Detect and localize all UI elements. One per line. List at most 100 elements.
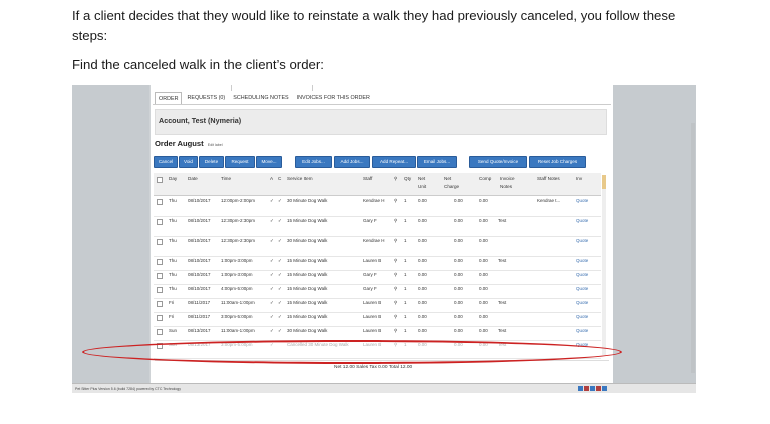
row-checkbox[interactable] bbox=[157, 259, 163, 265]
table-row[interactable]: Thu 08/10/2017 12:30pm-2:30pm ✓ ✓ 15 Minute D… bbox=[154, 216, 601, 237]
row-inv[interactable]: Quote bbox=[576, 300, 588, 306]
table-row[interactable]: Sun 08/13/2017 11:00am-1:00pm ✓ ✓ 30 Minute D… bbox=[154, 326, 601, 341]
move-button[interactable]: Move... bbox=[256, 156, 282, 168]
cancel-button[interactable]: Cancel bbox=[154, 156, 178, 168]
row-qty: 1 bbox=[404, 198, 407, 203]
row-checkbox[interactable] bbox=[157, 219, 163, 225]
row-arrived: ✓ bbox=[270, 272, 274, 277]
table-row[interactable]: Thu 08/10/2017 12:30pm-2:30pm ✓ ✓ 30 Minute D… bbox=[154, 236, 601, 257]
row-comp: 0.00 bbox=[479, 258, 488, 263]
row-inv[interactable]: Quote bbox=[576, 286, 588, 292]
row-net-unit: 0.00 bbox=[418, 198, 427, 203]
reset-job-charges-button[interactable]: Reset Job Charges bbox=[529, 156, 586, 168]
row-date: 08/10/2017 bbox=[188, 258, 211, 263]
col-inv: Inv bbox=[576, 176, 583, 181]
row-staff: Lauren B bbox=[363, 328, 382, 333]
order-edit-link[interactable]: Edit label bbox=[208, 143, 223, 147]
row-comp: 0.00 bbox=[479, 314, 488, 319]
row-net-unit: 0.00 bbox=[418, 328, 427, 333]
row-checkbox[interactable] bbox=[157, 199, 163, 205]
col-invoice-notes: Invoice Notes bbox=[500, 176, 515, 189]
table-row[interactable]: Thu 08/10/2017 1:00pm-3:00pm ✓ ✓ 15 Minute Do… bbox=[154, 256, 601, 271]
highlight-circle bbox=[82, 340, 622, 364]
row-inv[interactable]: Quote bbox=[576, 218, 588, 224]
row-comp: 0.00 bbox=[479, 328, 488, 333]
col-net-unit: Net Unit bbox=[418, 176, 427, 189]
tab-requests[interactable]: REQUESTS (0) bbox=[184, 92, 228, 104]
table-row[interactable]: Thu 08/10/2017 12:00pm-2:00pm ✓ ✓ 30 Minute D… bbox=[154, 196, 601, 217]
row-inv[interactable]: Quote bbox=[576, 272, 588, 278]
row-checkbox[interactable] bbox=[157, 301, 163, 307]
row-staff: Gary F bbox=[363, 272, 377, 277]
row-checkbox[interactable] bbox=[157, 239, 163, 245]
taskbar-icon[interactable] bbox=[596, 386, 601, 391]
key-icon: ⚲ bbox=[394, 314, 398, 319]
row-completed: ✓ bbox=[278, 218, 282, 223]
tab-order[interactable]: ORDER bbox=[155, 92, 183, 104]
row-inv[interactable]: Quote bbox=[576, 238, 588, 244]
row-net-charge: 0.00 bbox=[454, 272, 463, 277]
row-qty: 1 bbox=[404, 258, 407, 263]
tab-scheduling-notes[interactable]: SCHEDULING NOTES bbox=[230, 92, 291, 104]
window-scrollbar[interactable] bbox=[691, 123, 695, 373]
version-text: Pet Sitter Plus Version 5.6 (build 7284)… bbox=[75, 387, 181, 391]
row-invoice-notes: Test bbox=[498, 300, 507, 305]
row-inv[interactable]: Quote bbox=[576, 198, 588, 204]
row-checkbox[interactable] bbox=[157, 315, 163, 321]
key-icon: ⚲ bbox=[394, 286, 398, 291]
row-day: Thu bbox=[169, 286, 177, 291]
taskbar-icon[interactable] bbox=[590, 386, 595, 391]
taskbar-icon[interactable] bbox=[602, 386, 607, 391]
row-inv[interactable]: Quote bbox=[576, 314, 588, 320]
row-date: 08/11/2017 bbox=[188, 300, 211, 305]
key-icon: ⚲ bbox=[394, 198, 398, 203]
delete-button[interactable]: Delete bbox=[199, 156, 224, 168]
row-arrived: ✓ bbox=[270, 198, 274, 203]
tab-invoices[interactable]: INVOICES FOR THIS ORDER bbox=[294, 92, 373, 104]
row-comp: 0.00 bbox=[479, 300, 488, 305]
row-time: 12:30pm-2:30pm bbox=[221, 218, 256, 223]
grid-scrollbar[interactable] bbox=[602, 175, 606, 355]
row-inv[interactable]: Quote bbox=[576, 328, 588, 334]
key-icon: ⚲ bbox=[394, 300, 398, 305]
row-time: 12:30pm-2:30pm bbox=[221, 238, 256, 243]
order-totals: Net 12.00 Sales Tax 0.00 Total 12.00 bbox=[334, 365, 413, 370]
row-date: 08/10/2017 bbox=[188, 238, 211, 243]
row-day: Sun bbox=[169, 328, 178, 333]
table-row[interactable]: Thu 08/10/2017 4:00pm-5:00pm ✓ ✓ 15 Minute Do… bbox=[154, 284, 601, 299]
grid-scroll-thumb[interactable] bbox=[602, 175, 606, 189]
row-staff: Lauren B bbox=[363, 314, 382, 319]
table-row[interactable]: Fri 08/11/2017 11:00am-1:00pm ✓ ✓ 15 Minute D… bbox=[154, 298, 601, 313]
row-completed: ✓ bbox=[278, 314, 282, 319]
row-staff: Gary F bbox=[363, 286, 377, 291]
row-net-unit: 0.00 bbox=[418, 286, 427, 291]
step-paragraph: Find the canceled walk in the client’s o… bbox=[72, 57, 324, 72]
select-all-checkbox[interactable] bbox=[157, 177, 163, 183]
row-service: 15 Minute Dog Walk bbox=[287, 258, 328, 263]
row-day: Thu bbox=[169, 218, 177, 223]
row-service: 30 Minute Dog Walk bbox=[287, 198, 328, 203]
table-row[interactable]: Thu 08/10/2017 1:00pm-3:00pm ✓ ✓ 15 Minute Do… bbox=[154, 270, 601, 285]
table-row[interactable]: Fri 08/11/2017 3:00pm-5:00pm ✓ ✓ 15 Minute Do… bbox=[154, 312, 601, 327]
order-panel: ORDER REQUESTS (0) SCHEDULING NOTES INVO… bbox=[151, 85, 613, 383]
add-jobs-button[interactable]: Add Jobs... bbox=[334, 156, 370, 168]
email-jobs-button[interactable]: Email Jobs... bbox=[417, 156, 457, 168]
row-qty: 1 bbox=[404, 218, 407, 223]
order-title: Order August Edit label bbox=[155, 139, 223, 148]
taskbar-icon[interactable] bbox=[578, 386, 583, 391]
add-repeat-button[interactable]: Add Repeat... bbox=[372, 156, 416, 168]
void-button[interactable]: Void bbox=[179, 156, 198, 168]
order-tabs: ORDER REQUESTS (0) SCHEDULING NOTES INVO… bbox=[155, 92, 373, 104]
row-qty: 1 bbox=[404, 272, 407, 277]
row-checkbox[interactable] bbox=[157, 273, 163, 279]
row-inv[interactable]: Quote bbox=[576, 258, 588, 264]
row-checkbox[interactable] bbox=[157, 329, 163, 335]
request-button[interactable]: Request bbox=[225, 156, 255, 168]
edit-jobs-button[interactable]: Edit Jobs... bbox=[295, 156, 332, 168]
row-checkbox[interactable] bbox=[157, 287, 163, 293]
taskbar-icon[interactable] bbox=[584, 386, 589, 391]
send-quote-invoice-button[interactable]: Send Quote/Invoice bbox=[469, 156, 527, 168]
row-staff: Lauren B bbox=[363, 300, 382, 305]
row-net-charge: 0.00 bbox=[454, 328, 463, 333]
tab-divider bbox=[153, 104, 611, 105]
